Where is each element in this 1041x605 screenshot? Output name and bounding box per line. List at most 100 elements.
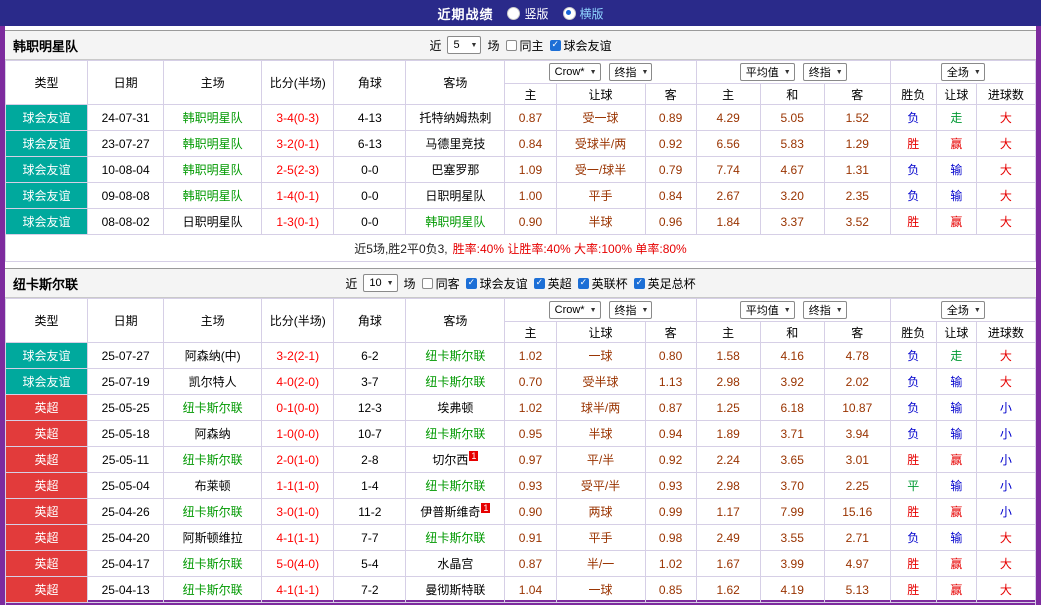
team-link[interactable]: 曼彻斯特联 [425, 583, 485, 597]
checkbox-icon[interactable] [534, 278, 545, 289]
avg-stage-select[interactable]: 终指▼ [803, 301, 847, 319]
same-venue-checkbox[interactable]: 同主 [506, 37, 544, 54]
team-link[interactable]: 纽卡斯尔联 [425, 349, 485, 363]
team-link[interactable]: 纽卡斯尔联 [425, 479, 485, 493]
team-link[interactable]: 托特纳姆热刺 [419, 111, 491, 125]
match-count-select[interactable]: 10▼ [363, 274, 397, 292]
team-link[interactable]: 纽卡斯尔联 [183, 453, 243, 467]
match-date: 25-04-26 [88, 499, 164, 525]
match-type: 英超 [6, 421, 88, 447]
team-link[interactable]: 日职明星队 [425, 189, 485, 203]
away-team: 日职明星队 [406, 183, 505, 209]
col-home: 主场 [164, 299, 262, 343]
radio-icon[interactable] [507, 7, 520, 20]
odds-stage-select[interactable]: 终指▼ [609, 301, 653, 319]
avg-draw: 4.19 [760, 577, 824, 603]
team-link[interactable]: 纽卡斯尔联 [183, 401, 243, 415]
team-link[interactable]: 阿森纳 [195, 427, 231, 441]
bookmaker-select[interactable]: Crow*▼ [549, 63, 601, 81]
team-link[interactable]: 水晶宫 [437, 557, 473, 571]
team-link[interactable]: 纽卡斯尔联 [425, 375, 485, 389]
team-link[interactable]: 纽卡斯尔联 [425, 531, 485, 545]
odds-stage-select[interactable]: 终指▼ [609, 63, 653, 81]
avg-draw: 3.37 [760, 209, 824, 235]
dropdown-caret-icon: ▼ [836, 69, 843, 76]
team-link[interactable]: 阿森纳(中) [185, 349, 241, 363]
col-avg-home: 主 [696, 322, 760, 343]
team-link[interactable]: 纽卡斯尔联 [183, 505, 243, 519]
checkbox-icon[interactable] [506, 40, 517, 51]
team-link[interactable]: 阿斯顿维拉 [183, 531, 243, 545]
result-cell: 平 [890, 473, 936, 499]
competition-checkbox[interactable]: 英足总杯 [634, 275, 696, 292]
layout-option-vertical[interactable]: 竖版 [507, 5, 548, 22]
team-link[interactable]: 纽卡斯尔联 [183, 583, 243, 597]
team-link[interactable]: 韩职明星队 [183, 111, 243, 125]
match-date: 25-05-11 [88, 447, 164, 473]
section-header: 韩职明星队近5▼场同主球会友谊 [5, 30, 1036, 60]
team-link[interactable]: 马德里竞技 [425, 137, 485, 151]
avg-draw: 3.20 [760, 183, 824, 209]
team-link[interactable]: 纽卡斯尔联 [425, 427, 485, 441]
corner-score: 7-2 [334, 577, 406, 603]
handicap-line: 两球 [556, 499, 645, 525]
home-odds: 1.02 [505, 343, 556, 369]
competition-checkbox[interactable]: 球会友谊 [466, 275, 528, 292]
checkbox-icon[interactable] [422, 278, 433, 289]
layout-option-horizontal[interactable]: 横版 [563, 5, 604, 22]
team-link[interactable]: 日职明星队 [183, 215, 243, 229]
home-team: 纽卡斯尔联 [164, 447, 262, 473]
handicap-line: 平手 [556, 183, 645, 209]
match-table: 类型日期主场比分(半场)角球客场Crow*▼终指▼平均值▼终指▼全场▼主让球客主… [5, 60, 1036, 235]
scope-select-value: 全场 [947, 302, 969, 318]
avg-stage-select-value: 终指 [809, 302, 831, 318]
scope-select[interactable]: 全场▼ [941, 301, 985, 319]
checkbox-icon[interactable] [550, 40, 561, 51]
scope-select[interactable]: 全场▼ [941, 63, 985, 81]
team-link[interactable]: 切尔西 [432, 453, 468, 467]
team-link[interactable]: 韩职明星队 [183, 137, 243, 151]
team-link[interactable]: 韩职明星队 [183, 163, 243, 177]
team-link[interactable]: 布莱顿 [195, 479, 231, 493]
handicap-result-cell: 输 [936, 183, 976, 209]
match-count-select[interactable]: 5▼ [447, 36, 481, 54]
team-link[interactable]: 凯尔特人 [189, 375, 237, 389]
bookmaker-select[interactable]: Crow*▼ [549, 301, 601, 319]
competition-checkbox[interactable]: 球会友谊 [550, 37, 612, 54]
avg-away: 4.97 [824, 551, 890, 577]
average-select[interactable]: 平均值▼ [740, 63, 795, 81]
checkbox-icon[interactable] [578, 278, 589, 289]
result-cell: 胜 [890, 209, 936, 235]
corner-score: 1-4 [334, 473, 406, 499]
competition-checkbox[interactable]: 英联杯 [578, 275, 628, 292]
team-link[interactable]: 巴塞罗那 [431, 163, 479, 177]
summary-stats: 胜率:40% 让胜率:40% 大率:100% 单率:80% [453, 240, 687, 257]
team-link[interactable]: 纽卡斯尔联 [183, 557, 243, 571]
home-team: 纽卡斯尔联 [164, 577, 262, 603]
team-link[interactable]: 埃弗顿 [437, 401, 473, 415]
avg-home: 7.74 [696, 157, 760, 183]
team-link[interactable]: 韩职明星队 [425, 215, 485, 229]
goals-cell: 大 [976, 131, 1035, 157]
result-cell: 胜 [890, 131, 936, 157]
match-score: 2-0(1-0) [262, 447, 334, 473]
dropdown-caret-icon: ▼ [642, 69, 649, 76]
league-rank-badge: 1 [481, 503, 490, 513]
handicap-line: 一球 [556, 577, 645, 603]
match-date: 25-04-13 [88, 577, 164, 603]
corner-score: 2-8 [334, 447, 406, 473]
corner-score: 10-7 [334, 421, 406, 447]
checkbox-icon[interactable] [634, 278, 645, 289]
home-odds: 1.04 [505, 577, 556, 603]
result-cell: 负 [890, 369, 936, 395]
radio-icon[interactable] [563, 7, 576, 20]
checkbox-icon[interactable] [466, 278, 477, 289]
match-score: 3-0(1-0) [262, 499, 334, 525]
team-link[interactable]: 伊普斯维奇 [420, 505, 480, 519]
same-venue-checkbox[interactable]: 同客 [422, 275, 460, 292]
match-type: 球会友谊 [6, 105, 88, 131]
average-select[interactable]: 平均值▼ [740, 301, 795, 319]
competition-checkbox[interactable]: 英超 [534, 275, 572, 292]
team-link[interactable]: 韩职明星队 [183, 189, 243, 203]
avg-stage-select[interactable]: 终指▼ [803, 63, 847, 81]
